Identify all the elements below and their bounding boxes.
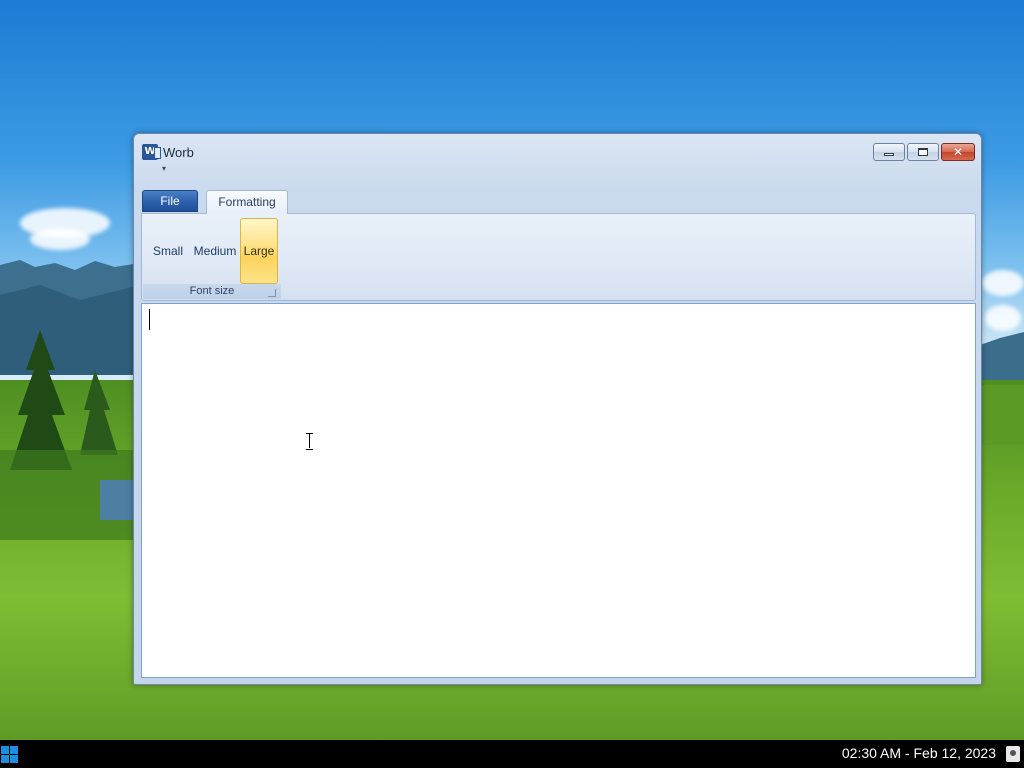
group-label-text: Font size	[189, 285, 235, 297]
cloud	[985, 305, 1021, 331]
font-size-group-label: Font size	[143, 284, 281, 299]
minimize-icon	[884, 153, 894, 156]
maximize-button[interactable]	[907, 143, 939, 161]
font-size-group: Small Medium Large Font size	[143, 215, 281, 299]
close-icon: ✕	[952, 145, 964, 159]
taskbar: 02:30 AM - Feb 12, 2023	[0, 740, 1024, 768]
cloud	[30, 228, 90, 250]
maximize-icon	[918, 148, 928, 156]
taskbar-clock[interactable]: 02:30 AM - Feb 12, 2023	[842, 745, 996, 761]
trees	[0, 330, 135, 540]
ribbon-panel: Small Medium Large Font size	[141, 213, 976, 301]
font-size-medium-button[interactable]: Medium	[190, 218, 240, 284]
word-app-icon[interactable]: W	[142, 144, 161, 160]
start-button[interactable]	[1, 746, 18, 763]
tab-file[interactable]: File	[142, 190, 198, 212]
text-caret	[149, 309, 150, 330]
notification-icon[interactable]	[1006, 746, 1020, 762]
cloud	[982, 270, 1024, 296]
tab-formatting[interactable]: Formatting	[206, 190, 288, 214]
dialog-launcher-icon[interactable]	[268, 289, 276, 297]
app-window: W Worb ▾ ✕ File Formatting Small Medium …	[133, 133, 982, 685]
document-editor[interactable]	[141, 303, 976, 678]
close-button[interactable]: ✕	[941, 143, 975, 161]
ibeam-cursor-icon	[306, 433, 313, 450]
quick-access-dropdown-icon[interactable]: ▾	[162, 164, 166, 173]
font-size-small-button[interactable]: Small	[147, 218, 189, 284]
trees	[982, 385, 1024, 445]
title-bar[interactable]: W Worb ▾ ✕	[134, 134, 981, 173]
minimize-button[interactable]	[873, 143, 905, 161]
window-title: Worb	[163, 145, 194, 160]
windows-logo-icon	[1, 746, 9, 754]
font-size-large-button[interactable]: Large	[240, 218, 278, 284]
